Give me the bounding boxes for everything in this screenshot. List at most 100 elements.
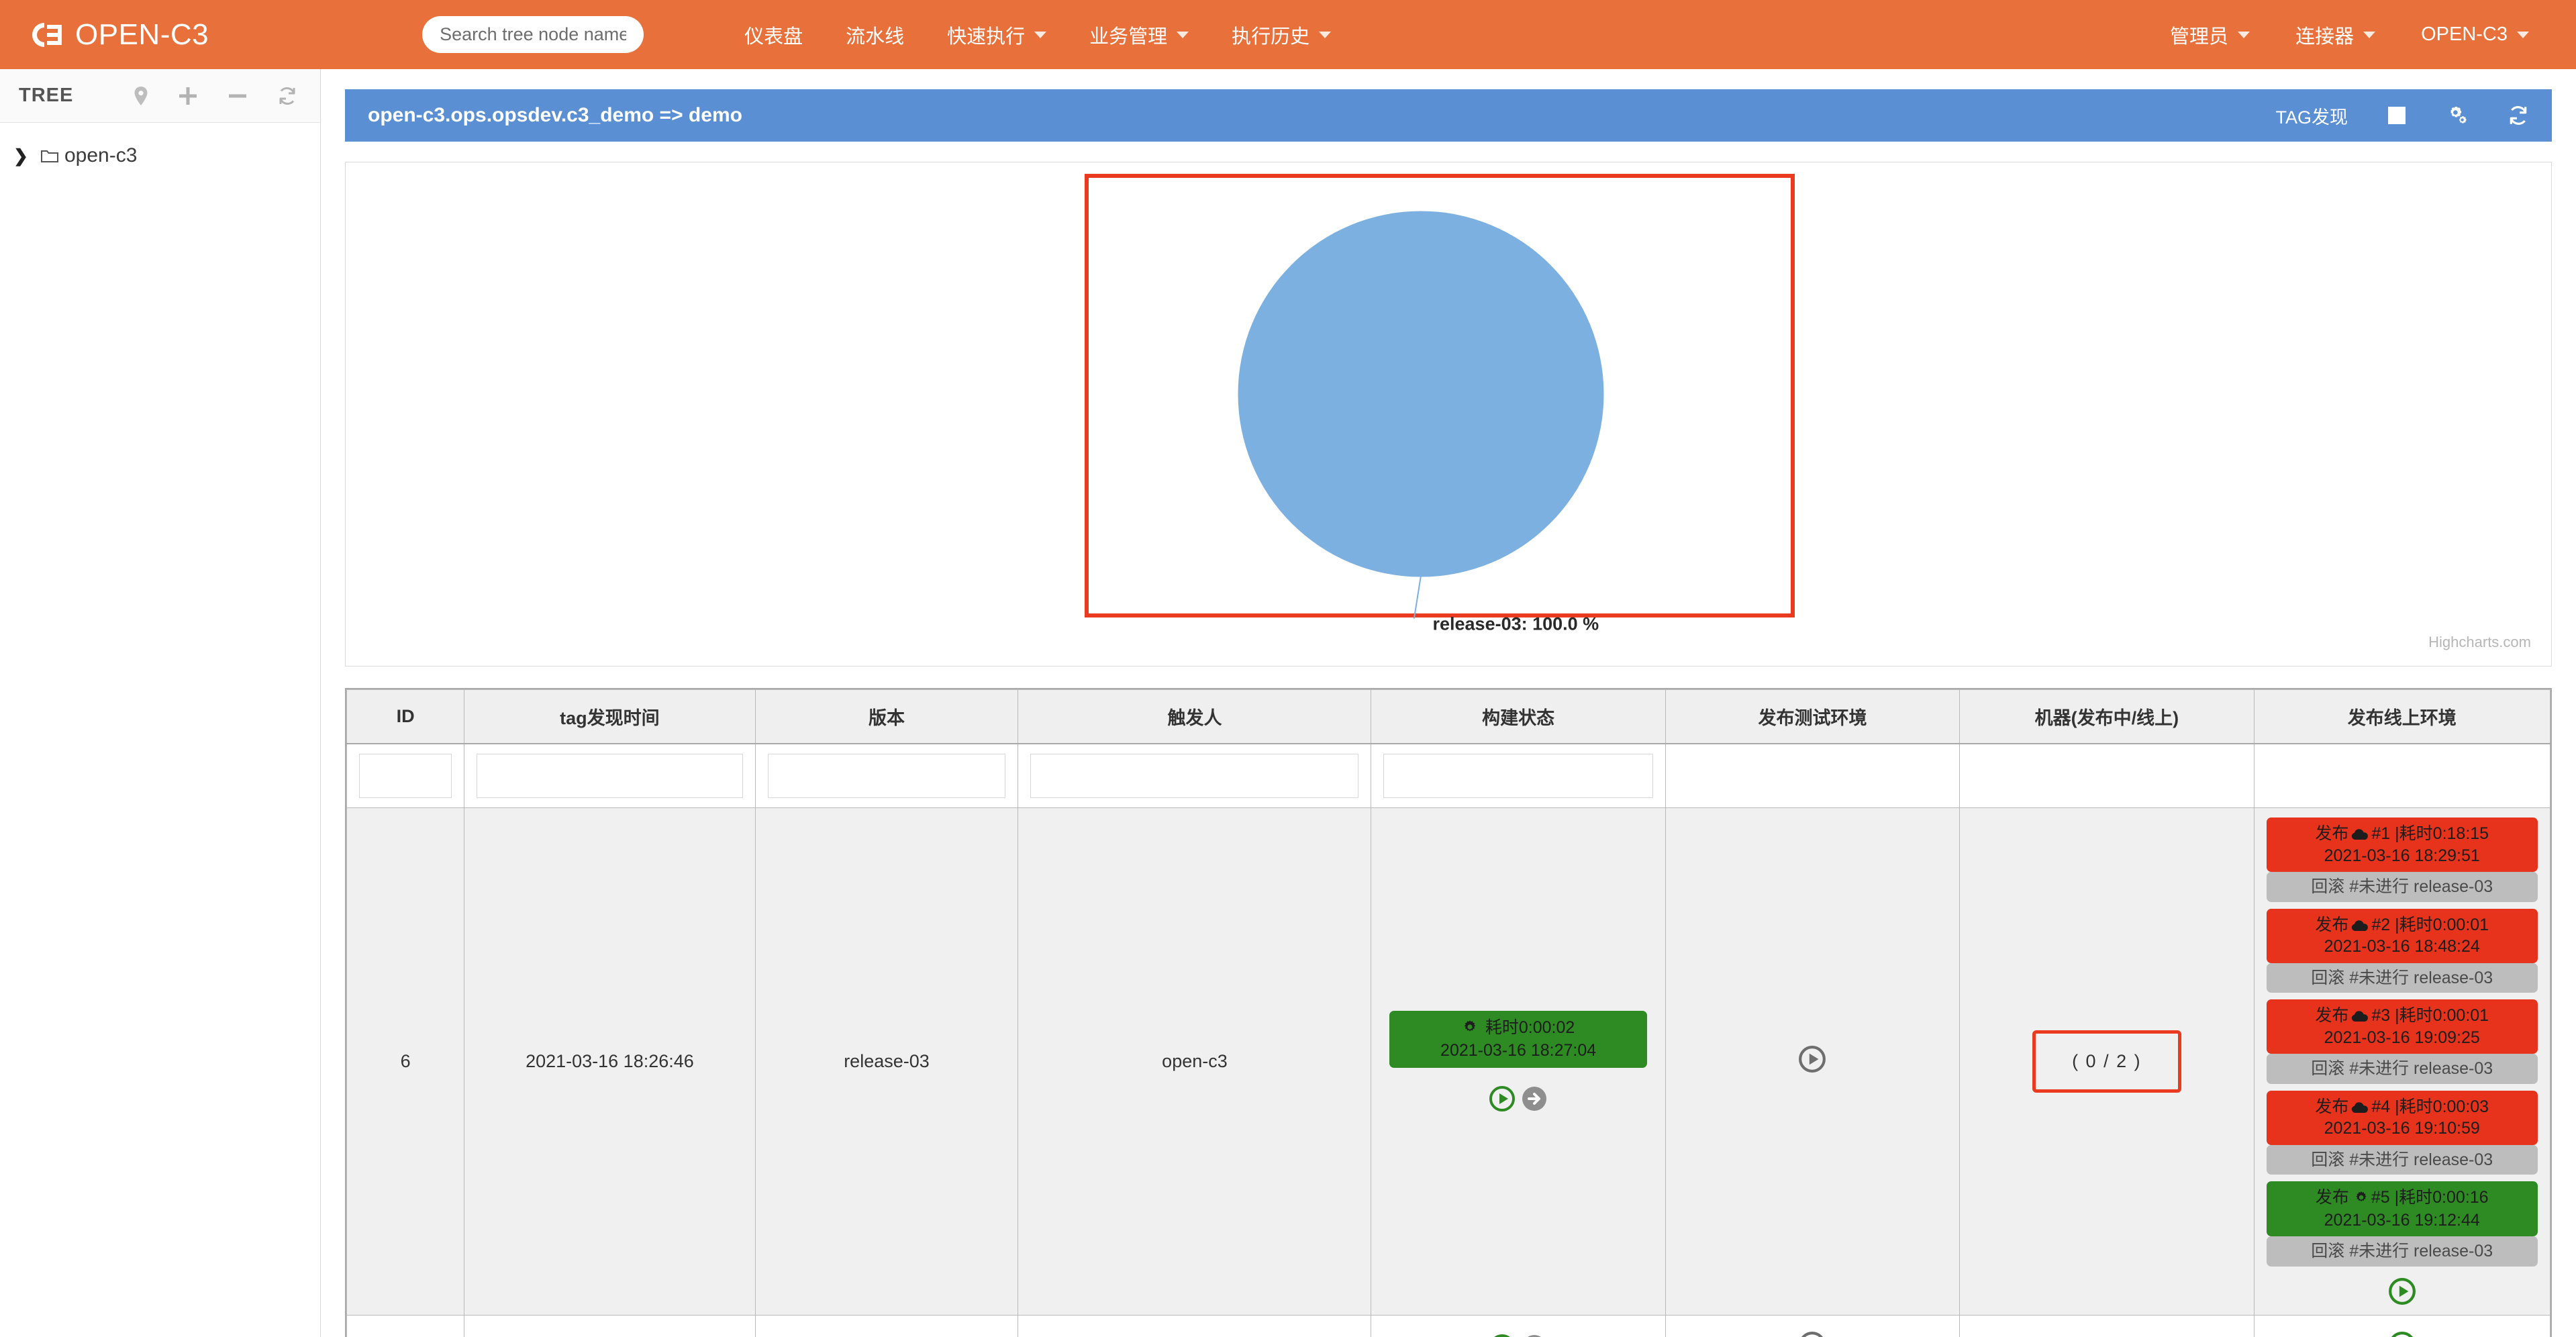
play-green-icon[interactable] <box>2388 1331 2416 1337</box>
table-row[interactable]: 5 2021-03-16 18:26:46 release-02 crontab <box>347 1315 2550 1337</box>
rollback-badge[interactable]: 回滚 #未进行 release-03 <box>2267 872 2538 902</box>
cloud-icon <box>2351 1098 2369 1119</box>
brand-logo-area[interactable]: OPEN-C3 <box>0 0 221 69</box>
pie-chart: release-03: 100.0 % Highcharts.com <box>346 162 2551 666</box>
folder-icon <box>40 148 59 164</box>
breadcrumb-panel-header: open-c3.ops.opsdev.c3_demo => demo TAG发现 <box>345 89 2552 142</box>
cell-tag-time: 2021-03-16 18:26:46 <box>464 808 755 1316</box>
chevron-down-icon <box>2517 32 2529 38</box>
col-header-machines[interactable]: 机器(发布中/线上) <box>1960 690 2254 744</box>
filter-input-trigger[interactable] <box>1030 754 1358 798</box>
chevron-right-icon[interactable]: ❯ <box>9 146 32 166</box>
tree-node-open-c3[interactable]: ❯ open-c3 <box>0 138 320 174</box>
build-status-badge[interactable]: 耗时0:00:02 2021-03-16 18:27:04 <box>1389 1011 1647 1069</box>
filter-cell-test-env <box>1665 744 1959 808</box>
play-green-icon[interactable] <box>2388 1277 2416 1305</box>
minus-icon[interactable] <box>228 86 248 106</box>
deploy-badge[interactable]: 发布#2 |耗时0:00:01 2021-03-16 18:48:24 <box>2267 909 2538 963</box>
filter-input-tag-time[interactable] <box>477 754 742 798</box>
deploy-prefix: 发布 <box>2315 915 2348 934</box>
nav-label: 连接器 <box>2295 21 2354 49</box>
cloud-icon <box>2351 825 2369 846</box>
tree-header: TREE <box>0 69 320 123</box>
deploy-time: 2021-03-16 18:29:51 <box>2271 846 2534 866</box>
build-cost-label: 耗时0:00:02 <box>1485 1018 1575 1037</box>
deploy-group: 发布#4 |耗时0:00:03 2021-03-16 19:10:59 回滚 #… <box>2261 1091 2544 1175</box>
col-header-tag-time[interactable]: tag发现时间 <box>464 690 755 744</box>
deploy-time: 2021-03-16 18:48:24 <box>2271 936 2534 957</box>
col-header-build-status[interactable]: 构建状态 <box>1371 690 1665 744</box>
filter-cell-tag-time <box>464 744 755 808</box>
arrow-right-grey-icon[interactable] <box>1521 1085 1548 1112</box>
deploy-badge[interactable]: 发布#4 |耗时0:00:03 2021-03-16 19:10:59 <box>2267 1091 2538 1145</box>
cog-icon <box>1462 1019 1478 1040</box>
pie-slice-release-03[interactable] <box>1238 211 1604 577</box>
chevron-down-icon <box>2238 32 2250 38</box>
filter-cell-version <box>755 744 1018 808</box>
cell-id: 6 <box>347 808 464 1316</box>
releases-table-wrapper: ID tag发现时间 版本 触发人 构建状态 发布测试环境 机器(发布中/线上)… <box>345 688 2552 1337</box>
open-c3-logo-icon <box>24 20 66 50</box>
arrow-right-grey-icon[interactable] <box>1521 1334 1548 1337</box>
refresh-icon[interactable] <box>277 86 297 106</box>
cell-trigger: crontab <box>1018 1315 1371 1337</box>
nav-label: 执行历史 <box>1232 21 1309 49</box>
col-header-test-env[interactable]: 发布测试环境 <box>1665 690 1959 744</box>
filter-cell-machines <box>1960 744 2254 808</box>
main-content: open-c3.ops.opsdev.c3_demo => demo TAG发现 <box>321 69 2576 1337</box>
nav-item-connector[interactable]: 连接器 <box>2273 21 2398 49</box>
settings-gears-button[interactable] <box>2446 105 2467 126</box>
play-green-icon[interactable] <box>1489 1334 1516 1337</box>
rollback-badge[interactable]: 回滚 #未进行 release-03 <box>2267 1054 2538 1084</box>
deploy-badge[interactable]: 发布#3 |耗时0:00:01 2021-03-16 19:09:25 <box>2267 999 2538 1054</box>
cell-test-env <box>1665 808 1959 1316</box>
filter-input-id[interactable] <box>359 754 452 798</box>
chevron-down-icon <box>1319 32 1331 38</box>
brand-title: OPEN-C3 <box>75 18 209 52</box>
nav-item-quick-exec[interactable]: 快速执行 <box>926 21 1068 49</box>
col-header-id[interactable]: ID <box>347 690 464 744</box>
stop-button[interactable] <box>2388 107 2406 124</box>
play-grey-icon[interactable] <box>1798 1331 1826 1337</box>
tree-panel-title: TREE <box>19 85 73 107</box>
nav-item-dashboard[interactable]: 仪表盘 <box>723 21 824 49</box>
search-input[interactable] <box>422 16 644 53</box>
cell-test-env <box>1665 1315 1959 1337</box>
releases-table: ID tag发现时间 版本 触发人 构建状态 发布测试环境 机器(发布中/线上)… <box>346 689 2550 1337</box>
nav-item-user-account[interactable]: OPEN-C3 <box>2398 23 2552 46</box>
pie-data-label: release-03: 100.0 % <box>1433 614 1599 635</box>
nav-item-pipeline[interactable]: 流水线 <box>824 21 926 49</box>
filter-input-build[interactable] <box>1383 754 1652 798</box>
deploy-time: 2021-03-16 19:10:59 <box>2271 1118 2534 1139</box>
deploy-group: 发布 #5 |耗时0:00:16 2021-03-16 19:12:44 回滚 … <box>2261 1181 2544 1267</box>
deploy-prefix: 发布 <box>2315 1097 2348 1116</box>
cell-build-status <box>1371 1315 1665 1337</box>
cell-online-env <box>2254 1315 2550 1337</box>
stop-square-icon <box>2388 107 2406 124</box>
cell-id: 5 <box>347 1315 464 1337</box>
deploy-badge[interactable]: 发布 #5 |耗时0:00:16 2021-03-16 19:12:44 <box>2267 1181 2538 1236</box>
deploy-badge[interactable]: 发布#1 |耗时0:18:15 2021-03-16 18:29:51 <box>2267 818 2538 872</box>
col-header-version[interactable]: 版本 <box>755 690 1018 744</box>
refresh-button[interactable] <box>2508 105 2529 126</box>
machine-count-highlight[interactable]: ( 0 / 2 ) <box>2032 1030 2181 1093</box>
filter-cell-trigger <box>1018 744 1371 808</box>
location-pin-icon[interactable] <box>134 86 148 106</box>
filter-input-version[interactable] <box>768 754 1006 798</box>
rollback-badge[interactable]: 回滚 #未进行 release-03 <box>2267 963 2538 993</box>
nav-item-business-mgmt[interactable]: 业务管理 <box>1068 21 1210 49</box>
deploy-prefix: 发布 <box>2315 1006 2348 1025</box>
highcharts-credit[interactable]: Highcharts.com <box>2428 634 2531 651</box>
play-grey-icon[interactable] <box>1798 1045 1826 1073</box>
rollback-badge[interactable]: 回滚 #未进行 release-03 <box>2267 1236 2538 1267</box>
plus-icon[interactable] <box>178 86 198 106</box>
play-green-icon[interactable] <box>1489 1085 1516 1112</box>
page-layout: TREE ❯ <box>0 69 2576 1337</box>
col-header-trigger[interactable]: 触发人 <box>1018 690 1371 744</box>
nav-item-admin[interactable]: 管理员 <box>2147 21 2273 49</box>
nav-item-exec-history[interactable]: 执行历史 <box>1210 21 1352 49</box>
tag-discover-button[interactable]: TAG发现 <box>2276 103 2348 129</box>
rollback-badge[interactable]: 回滚 #未进行 release-03 <box>2267 1145 2538 1175</box>
col-header-online-env[interactable]: 发布线上环境 <box>2254 690 2550 744</box>
table-row[interactable]: 6 2021-03-16 18:26:46 release-03 open-c3… <box>347 808 2550 1316</box>
